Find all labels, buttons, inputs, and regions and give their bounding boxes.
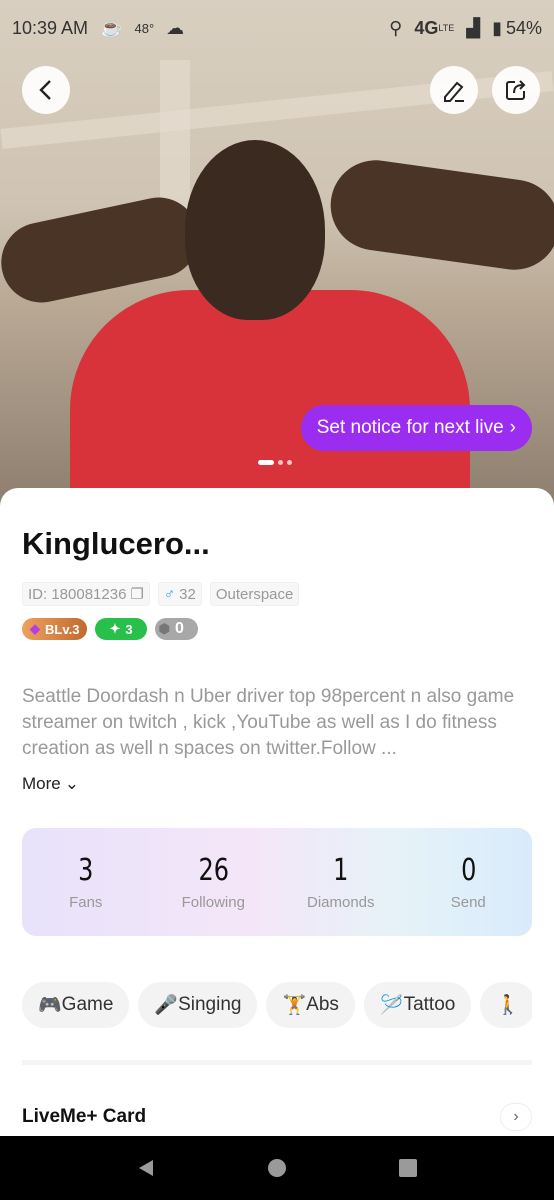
signal-icon: ▟ bbox=[466, 17, 481, 38]
stat-following[interactable]: 26 Following bbox=[150, 853, 278, 911]
tag-abs[interactable]: 🏋 Abs bbox=[266, 982, 355, 1028]
microphone-icon: 🎤 bbox=[154, 995, 179, 1016]
status-bar: 10:39 AM ☕ 48° ☁ ⚲ 4G LTE ▟ ▮ 54% bbox=[12, 17, 542, 38]
copy-icon: ❐ bbox=[130, 586, 144, 603]
network-type: 4G bbox=[414, 17, 439, 38]
profile-sheet: Kinglucero... ID: 180081236 ❐ ♂ 32 Outersp… bbox=[0, 488, 554, 1148]
guardian-badge[interactable]: ⬢ 0 bbox=[154, 618, 198, 640]
divider bbox=[22, 1060, 532, 1065]
user-id-chip[interactable]: ID: 180081236 ❐ bbox=[22, 582, 150, 606]
tag-walking[interactable]: 🚶 bbox=[480, 982, 532, 1028]
level-badge[interactable]: ◆ BLv.3 bbox=[22, 618, 88, 640]
share-button[interactable] bbox=[492, 66, 540, 114]
location-icon: ⚲ bbox=[389, 17, 403, 38]
edit-button[interactable] bbox=[430, 66, 478, 114]
set-notice-button[interactable]: Set notice for next live › bbox=[300, 405, 532, 451]
tag-tattoo[interactable]: 🪡 Tattoo bbox=[363, 982, 472, 1028]
battery-icon: ▮ bbox=[492, 17, 502, 38]
status-time: 10:39 AM bbox=[12, 17, 89, 38]
needle-icon: 🪡 bbox=[379, 995, 404, 1016]
back-button[interactable] bbox=[22, 66, 70, 114]
cloud-icon: ☁ bbox=[166, 17, 185, 38]
nav-recents-icon[interactable] bbox=[398, 1158, 418, 1178]
profile-bio: Seattle Doordash n Uber driver top 98per… bbox=[22, 686, 515, 759]
location-chip: Outerspace bbox=[209, 582, 300, 606]
chevron-left-icon bbox=[39, 80, 51, 100]
battery-level: 54% bbox=[505, 17, 542, 38]
more-button[interactable]: More ⌄ bbox=[22, 774, 532, 794]
stat-send[interactable]: 0 Send bbox=[405, 853, 533, 911]
sparkle-icon: ✦ bbox=[109, 621, 121, 636]
pencil-icon bbox=[444, 81, 464, 102]
nav-home-icon[interactable] bbox=[267, 1158, 287, 1178]
stat-fans[interactable]: 3 Fans bbox=[22, 853, 150, 911]
stat-diamonds[interactable]: 1 Diamonds bbox=[277, 853, 405, 911]
interest-tags: 🎮 Game 🎤 Singing 🏋 Abs 🪡 Tattoo 🚶 bbox=[22, 982, 532, 1028]
tag-singing[interactable]: 🎤 Singing bbox=[138, 982, 258, 1028]
chevron-right-icon[interactable]: › bbox=[500, 1103, 532, 1131]
tag-game[interactable]: 🎮 Game bbox=[22, 982, 130, 1028]
diamond-icon: ◆ bbox=[30, 621, 40, 636]
male-icon: ♂ bbox=[163, 585, 176, 603]
game-controller-icon: 🎮 bbox=[38, 995, 62, 1016]
liveme-card-row[interactable]: LiveMe+ Card › bbox=[22, 1103, 532, 1131]
system-nav-bar bbox=[0, 1136, 554, 1200]
nav-back-icon[interactable] bbox=[136, 1158, 156, 1178]
carousel-indicator bbox=[258, 460, 292, 465]
star-badge[interactable]: ✦ 3 bbox=[95, 618, 147, 640]
gender-age-chip: ♂ 32 bbox=[157, 582, 202, 606]
share-icon bbox=[506, 80, 526, 100]
profile-name: Kinglucero... bbox=[22, 526, 210, 561]
walking-icon: 🚶 bbox=[496, 995, 521, 1016]
weather-icon: ☕ bbox=[100, 17, 123, 38]
status-temp: 48° bbox=[134, 20, 155, 36]
liveme-card-title: LiveMe+ Card bbox=[22, 1106, 147, 1127]
weightlifter-icon: 🏋 bbox=[282, 995, 307, 1016]
chevron-down-icon: ⌄ bbox=[64, 774, 79, 793]
chevron-right-icon: › bbox=[509, 417, 516, 438]
stats-panel: 3 Fans 26 Following 1 Diamonds 0 Send bbox=[22, 828, 532, 936]
hexagon-icon: ⬢ bbox=[158, 621, 170, 636]
